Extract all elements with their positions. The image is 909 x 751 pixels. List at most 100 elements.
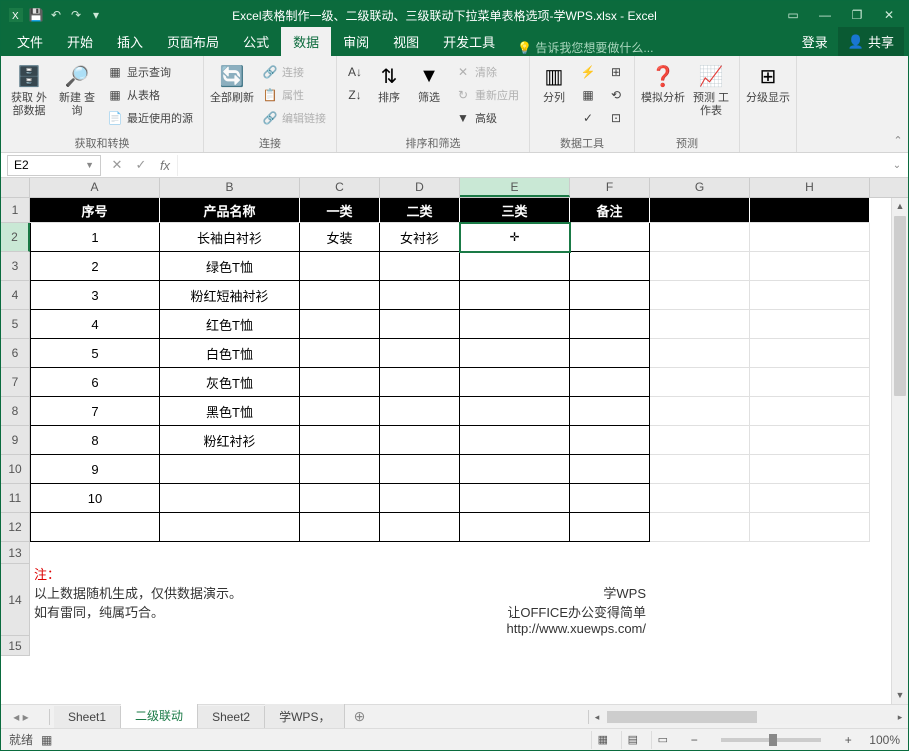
zoom-level[interactable]: 100% [869, 733, 900, 747]
data-cell[interactable] [570, 223, 650, 252]
tab-layout[interactable]: 页面布局 [155, 27, 231, 56]
chevron-down-icon[interactable]: ▼ [85, 160, 94, 170]
data-cell[interactable] [460, 223, 570, 252]
row-header[interactable]: 6 [1, 339, 30, 368]
tab-insert[interactable]: 插入 [105, 27, 155, 56]
cell[interactable] [160, 542, 300, 564]
advanced-filter-button[interactable]: ▼高级 [451, 107, 523, 128]
row-header[interactable]: 5 [1, 310, 30, 339]
data-cell[interactable]: 3 [30, 281, 160, 310]
horizontal-scrollbar[interactable]: ◂ ▸ [588, 710, 908, 724]
cell[interactable] [650, 484, 750, 513]
cell[interactable] [750, 198, 870, 223]
data-validation-button[interactable]: ✓ [576, 107, 600, 128]
data-cell[interactable] [570, 252, 650, 281]
expand-fbar-icon[interactable]: ⌄ [886, 160, 908, 171]
new-query-button[interactable]: 🔎新建 查询 [55, 59, 99, 118]
data-cell[interactable] [380, 455, 460, 484]
cell[interactable] [650, 455, 750, 484]
tab-formula[interactable]: 公式 [231, 27, 281, 56]
data-model-button[interactable]: ⊡ [604, 107, 628, 128]
cell[interactable] [460, 542, 570, 564]
col-header-F[interactable]: F [570, 178, 650, 197]
share-button[interactable]: 👤共享 [838, 27, 904, 56]
select-all-corner[interactable] [1, 178, 30, 197]
sort-az-button[interactable]: A↓ [343, 61, 367, 82]
cell[interactable] [30, 542, 160, 564]
sort-za-button[interactable]: Z↓ [343, 84, 367, 105]
sort-button[interactable]: ⇅排序 [371, 59, 407, 105]
data-cell[interactable]: 2 [30, 252, 160, 281]
cell[interactable] [650, 252, 750, 281]
cell[interactable] [650, 368, 750, 397]
hscroll-thumb[interactable] [607, 711, 757, 723]
zoom-in-button[interactable]: + [835, 733, 861, 747]
data-cell[interactable] [460, 310, 570, 339]
cell[interactable] [750, 397, 870, 426]
data-cell[interactable]: 8 [30, 426, 160, 455]
tab-data[interactable]: 数据 [281, 27, 331, 56]
col-header-G[interactable]: G [650, 178, 750, 197]
data-cell[interactable] [300, 339, 380, 368]
data-cell[interactable] [570, 455, 650, 484]
cell[interactable] [750, 484, 870, 513]
fx-icon[interactable]: fx [153, 158, 177, 173]
data-cell[interactable] [380, 397, 460, 426]
flash-fill-button[interactable]: ⚡ [576, 61, 600, 82]
cell[interactable] [650, 542, 750, 564]
consolidate-button[interactable]: ⊞ [604, 61, 628, 82]
header-cell[interactable]: 备注 [570, 198, 650, 223]
login-button[interactable]: 登录 [792, 27, 838, 56]
cell[interactable] [650, 564, 750, 636]
data-cell[interactable] [460, 484, 570, 513]
filter-button[interactable]: ▼筛选 [411, 59, 447, 105]
data-cell[interactable]: 女衬衫 [380, 223, 460, 252]
qat-more-icon[interactable]: ▾ [87, 6, 105, 24]
cancel-formula-icon[interactable]: ✕ [105, 157, 129, 173]
data-cell[interactable]: 长袖白衬衫 [160, 223, 300, 252]
col-header-A[interactable]: A [30, 178, 160, 197]
undo-icon[interactable]: ↶ [47, 6, 65, 24]
grid[interactable]: 1序号产品名称一类二类三类备注21长袖白衬衫女装女衬衫32绿色T恤43粉红短袖衬… [1, 198, 908, 704]
tab-review[interactable]: 审阅 [331, 27, 381, 56]
cell[interactable] [300, 636, 380, 656]
row-header[interactable]: 13 [1, 542, 30, 564]
text-to-columns-button[interactable]: ▥分列 [536, 59, 572, 105]
relations-button[interactable]: ⟲ [604, 84, 628, 105]
header-cell[interactable]: 二类 [380, 198, 460, 223]
close-icon[interactable]: ✕ [874, 3, 904, 27]
outline-button[interactable]: ⊞分级显示 [746, 59, 790, 105]
cell[interactable] [750, 542, 870, 564]
vertical-scrollbar[interactable]: ▲ ▼ [891, 198, 908, 704]
data-cell[interactable]: 女装 [300, 223, 380, 252]
cell[interactable] [460, 513, 570, 542]
data-cell[interactable]: 7 [30, 397, 160, 426]
data-cell[interactable]: 灰色T恤 [160, 368, 300, 397]
data-cell[interactable]: 9 [30, 455, 160, 484]
cell[interactable] [750, 339, 870, 368]
row-header[interactable]: 1 [1, 198, 30, 223]
data-cell[interactable] [300, 455, 380, 484]
cell[interactable] [650, 397, 750, 426]
cell[interactable] [380, 542, 460, 564]
cell[interactable] [650, 310, 750, 339]
header-cell[interactable]: 一类 [300, 198, 380, 223]
data-cell[interactable] [300, 252, 380, 281]
cell[interactable] [650, 426, 750, 455]
row-header[interactable]: 7 [1, 368, 30, 397]
col-header-E[interactable]: E [460, 178, 570, 197]
row-header[interactable]: 12 [1, 513, 30, 542]
refresh-all-button[interactable]: 🔄全部刷新 [210, 59, 254, 105]
data-cell[interactable]: 粉红短袖衬衫 [160, 281, 300, 310]
zoom-out-button[interactable]: − [681, 733, 707, 747]
data-cell[interactable] [570, 397, 650, 426]
cell[interactable] [650, 636, 750, 656]
restore-icon[interactable]: ❐ [842, 3, 872, 27]
data-cell[interactable] [570, 310, 650, 339]
data-cell[interactable] [300, 310, 380, 339]
tab-view[interactable]: 视图 [381, 27, 431, 56]
row-header[interactable]: 8 [1, 397, 30, 426]
data-cell[interactable] [160, 455, 300, 484]
data-cell[interactable] [570, 368, 650, 397]
data-cell[interactable] [570, 339, 650, 368]
